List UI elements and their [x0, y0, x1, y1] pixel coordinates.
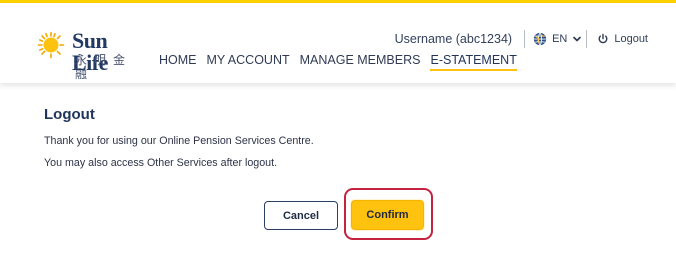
- globe-icon: [533, 32, 547, 46]
- page-title: Logout: [44, 106, 95, 124]
- message-line-1: Thank you for using our Online Pension S…: [44, 135, 314, 147]
- logo-chinese-text: 永明金融: [75, 53, 133, 81]
- nav-e-statement[interactable]: E-STATEMENT: [430, 51, 518, 71]
- language-code: EN: [552, 33, 568, 45]
- logout-page: Sun Life 永明金融 HOME MY ACCOUNT MANAGE MEM…: [0, 0, 676, 258]
- confirm-button[interactable]: Confirm: [351, 200, 424, 230]
- main-navigation: HOME MY ACCOUNT MANAGE MEMBERS E-STATEME…: [159, 51, 518, 71]
- header-utilities: Username (abc1234) EN Logout: [395, 30, 648, 48]
- top-header: Sun Life 永明金融 HOME MY ACCOUNT MANAGE MEM…: [0, 3, 676, 83]
- cancel-button[interactable]: Cancel: [264, 201, 338, 230]
- nav-manage-members[interactable]: MANAGE MEMBERS: [300, 51, 421, 71]
- language-selector[interactable]: EN: [533, 32, 582, 46]
- header-divider-right: [586, 30, 588, 48]
- header-divider-left: [524, 30, 526, 48]
- nav-home[interactable]: HOME: [159, 51, 197, 71]
- logout-message: Thank you for using our Online Pension S…: [44, 130, 604, 174]
- sun-life-logo[interactable]: Sun Life 永明金融: [37, 30, 147, 81]
- chevron-down-icon: [573, 36, 582, 42]
- sun-logo-icon: [37, 31, 65, 59]
- logout-label: Logout: [614, 33, 648, 45]
- logout-link[interactable]: Logout: [597, 33, 648, 45]
- logout-content: Logout Thank you for using our Online Pe…: [0, 83, 676, 258]
- username-label: Username (abc1234): [394, 32, 513, 46]
- message-line-2: You may also access Other Services after…: [44, 157, 278, 169]
- power-icon: [598, 33, 608, 44]
- nav-my-account[interactable]: MY ACCOUNT: [207, 51, 290, 71]
